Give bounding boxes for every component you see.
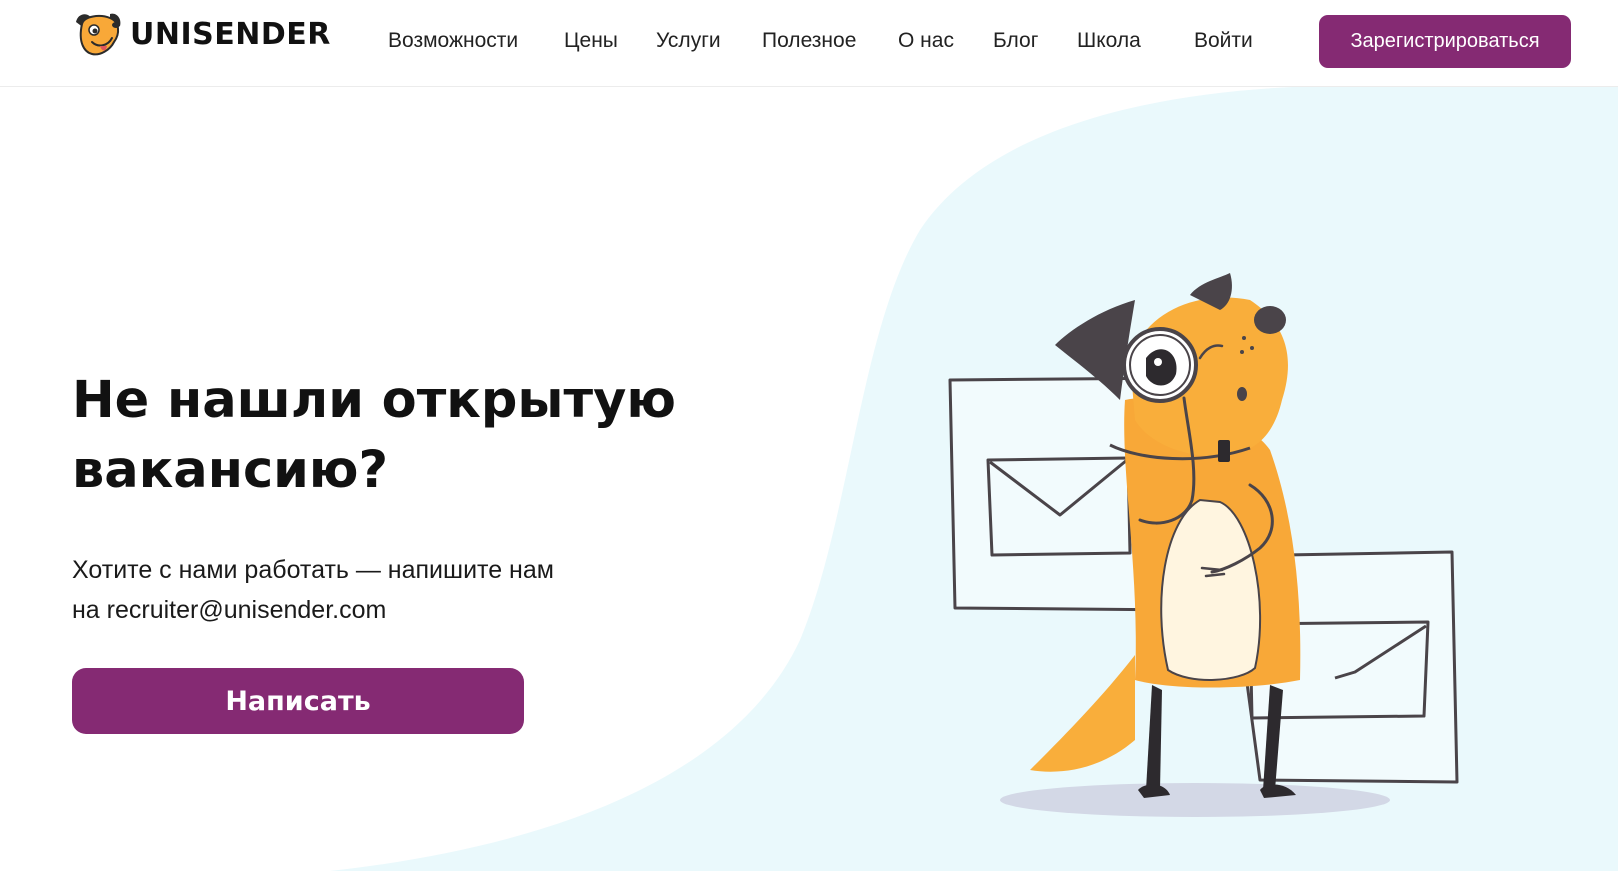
nav-item-blog[interactable]: Блог: [993, 28, 1038, 54]
page-title: Не нашли открытую вакансию?: [72, 366, 712, 506]
hero-subtitle-line-2: на recruiter@unisender.com: [72, 596, 387, 624]
dog-tail: [1030, 655, 1135, 772]
nav-item-school[interactable]: Школа: [1077, 28, 1141, 54]
site-header: UNISENDER Возможности Цены Услуги Полезн…: [0, 0, 1618, 87]
login-link[interactable]: Войти: [1194, 28, 1253, 54]
page-title-line-2: вакансию?: [72, 441, 389, 500]
write-button[interactable]: Написать: [72, 668, 524, 734]
nav-item-prices[interactable]: Цены: [564, 28, 618, 54]
nav-item-features[interactable]: Возможности: [388, 28, 518, 54]
ground-shadow: [1000, 783, 1390, 817]
dog-collar-tag: [1218, 440, 1230, 462]
hero-subtitle-line-1: Хотите с нами работать — напишите нам: [72, 556, 554, 584]
page-title-line-1: Не нашли открытую: [72, 371, 676, 430]
dog-detective-illustration: [948, 273, 1459, 817]
dog-mouth: [1237, 387, 1247, 401]
nav-item-about[interactable]: О нас: [898, 28, 954, 54]
hero-subtitle: Хотите с нами работать — напишите нам на…: [72, 550, 632, 630]
dog-nose: [1254, 306, 1286, 334]
nav-item-useful[interactable]: Полезное: [762, 28, 856, 54]
nav-item-services[interactable]: Услуги: [656, 28, 721, 54]
dog-legs: [1138, 685, 1296, 798]
register-button[interactable]: Зарегистрироваться: [1319, 15, 1571, 68]
